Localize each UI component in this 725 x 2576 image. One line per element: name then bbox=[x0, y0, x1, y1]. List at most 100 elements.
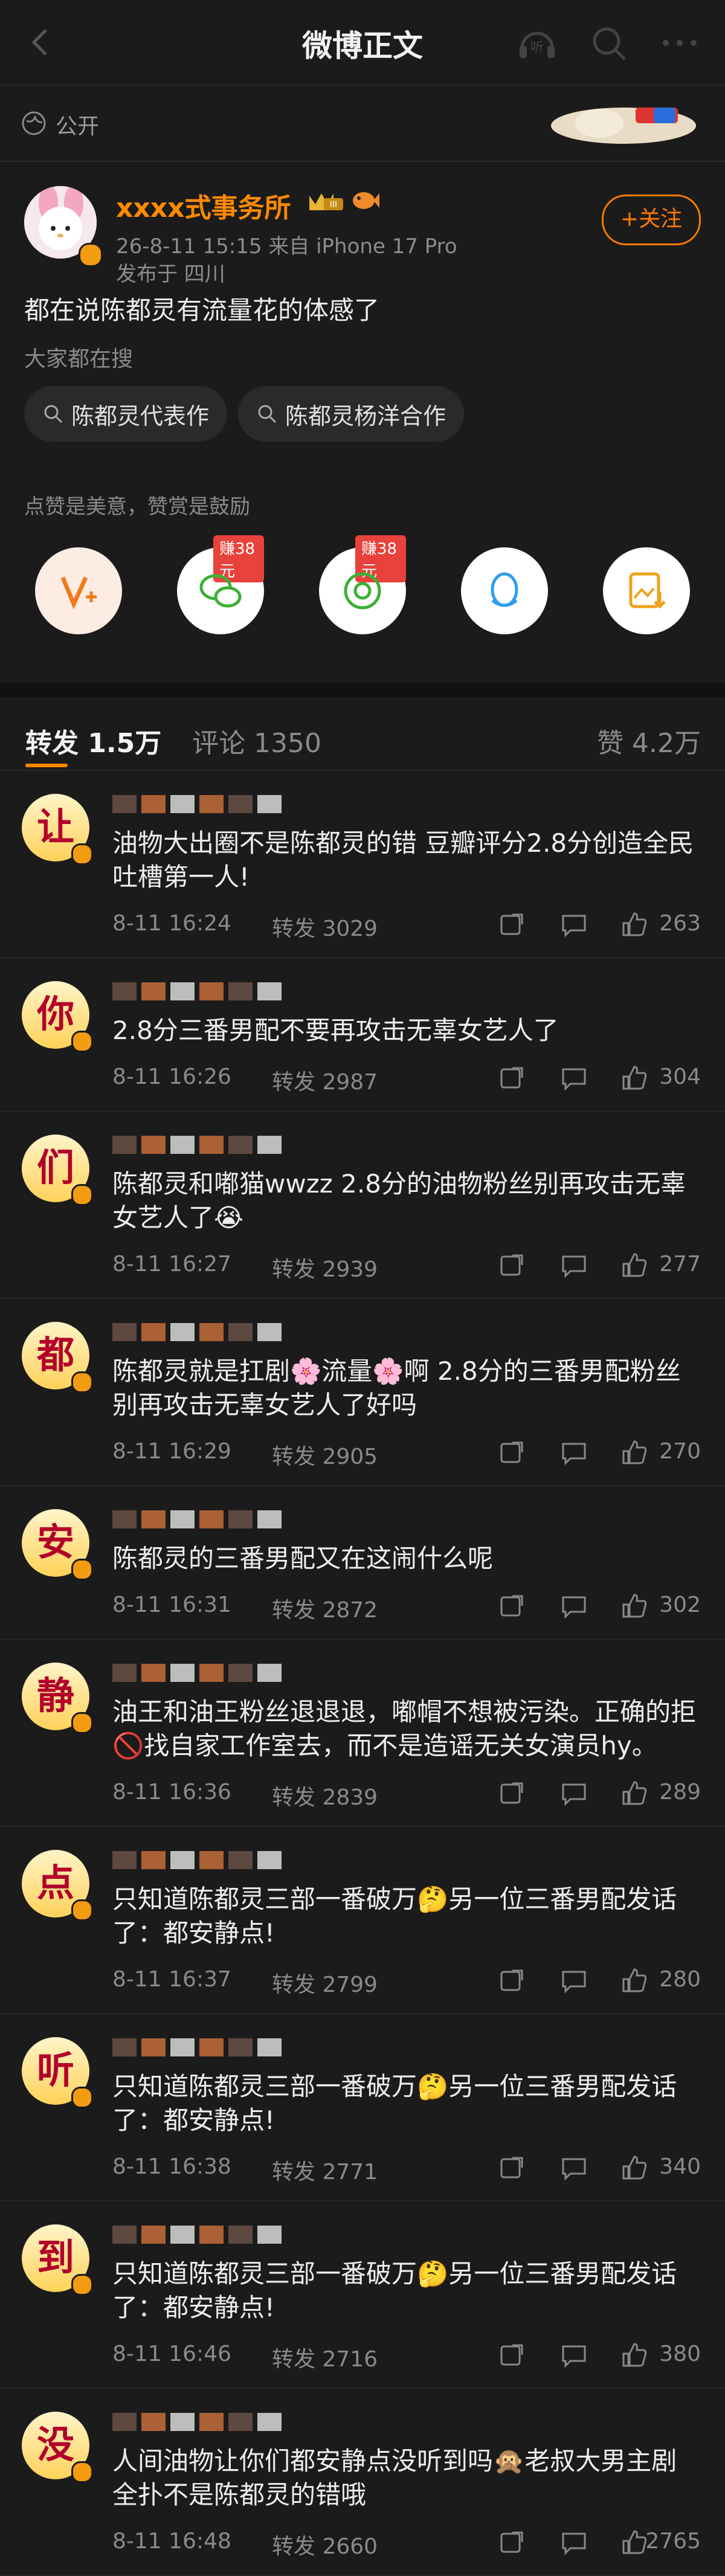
svg-text:III: III bbox=[330, 200, 337, 210]
repost-meta: 8-11 16:27 转发 2939 277 bbox=[112, 1247, 701, 1283]
verified-badge bbox=[71, 1031, 93, 1052]
follow-button[interactable]: +关注 bbox=[602, 195, 701, 245]
like-icon[interactable] bbox=[621, 2154, 648, 2181]
comment-icon[interactable] bbox=[561, 911, 587, 938]
blurred-username[interactable] bbox=[112, 1323, 701, 1344]
like-icon[interactable] bbox=[621, 1780, 648, 1806]
comment-icon[interactable] bbox=[561, 1064, 587, 1091]
repost-row[interactable]: 到 只知道陈都灵三部一番破万🤔另一位三番男配发话了：都安静点! 8-11 16:… bbox=[0, 2201, 725, 2389]
repost-forward-count: 转发 3029 bbox=[272, 916, 378, 941]
repost-row[interactable]: 安 陈都灵的三番男配又在这闹什么呢 8-11 16:31 转发 2872 302 bbox=[0, 1486, 725, 1640]
author-block: xxxx式事务所 III 26-8-11 15:15 来自 iPhone 17 … bbox=[24, 186, 701, 301]
moments-share-button[interactable]: 赚38元 bbox=[319, 535, 406, 634]
blurred-username[interactable] bbox=[112, 2226, 701, 2246]
comment-icon[interactable] bbox=[561, 1967, 587, 1994]
repost-forward-count: 转发 2771 bbox=[272, 2160, 378, 2185]
v-plus-button[interactable] bbox=[35, 547, 122, 634]
hot-search-title: 大家都在搜 bbox=[24, 347, 134, 372]
repost-text: 2.8分三番男配不要再攻击无辜女艺人了 bbox=[112, 1016, 559, 1045]
repost-row[interactable]: 都 陈都灵就是扛剧🌸流量🌸啊 2.8分的三番男配粉丝别再攻击无辜女艺人了好吗 8… bbox=[0, 1299, 725, 1486]
repost-time: 8-11 16:46 bbox=[112, 2342, 231, 2366]
share-icon[interactable] bbox=[499, 911, 526, 938]
repost-meta: 8-11 16:37 转发 2799 280 bbox=[112, 1962, 701, 1998]
share-icon[interactable] bbox=[499, 1967, 526, 1994]
like-count: 340 bbox=[659, 2154, 701, 2179]
tab-active-indicator bbox=[25, 764, 68, 767]
repost-time: 8-11 16:24 bbox=[112, 911, 231, 936]
comment-icon[interactable] bbox=[561, 1780, 587, 1806]
like-icon[interactable] bbox=[621, 1064, 648, 1091]
share-icon[interactable] bbox=[499, 1439, 526, 1466]
share-icon[interactable] bbox=[499, 2342, 526, 2368]
blurred-username[interactable] bbox=[112, 1851, 701, 1872]
share-icon[interactable] bbox=[499, 1780, 526, 1806]
repost-text: 油王和油王粉丝退退退，嘟帽不想被污染。正确的拒🚫找自家工作室去，而不是造谣无关女… bbox=[112, 1697, 697, 1760]
repost-forward-count: 转发 2987 bbox=[272, 1070, 378, 1095]
repost-time: 8-11 16:37 bbox=[112, 1967, 231, 1992]
repost-text: 只知道陈都灵三部一番破万🤔另一位三番男配发话了：都安静点! bbox=[112, 1884, 677, 1948]
share-icon[interactable] bbox=[499, 1252, 526, 1278]
blurred-username[interactable] bbox=[112, 2413, 701, 2433]
share-icon[interactable] bbox=[499, 2154, 526, 2181]
repost-meta: 8-11 16:46 转发 2716 380 bbox=[112, 2337, 701, 2373]
comment-icon[interactable] bbox=[561, 1592, 587, 1619]
repost-row[interactable]: 没 人间油物让你们都安静点没听到吗🙊老叔大男主剧全扑不是陈都灵的错哦 8-11 … bbox=[0, 2389, 725, 2576]
repost-time: 8-11 16:26 bbox=[112, 1064, 231, 1089]
repost-row[interactable]: 你 2.8分三番男配不要再攻击无辜女艺人了 8-11 16:26 转发 2987… bbox=[0, 958, 725, 1112]
like-icon[interactable] bbox=[621, 1252, 648, 1278]
more-icon[interactable] bbox=[659, 22, 701, 64]
comment-icon[interactable] bbox=[561, 2529, 587, 2555]
search-chip-label: 陈都灵杨洋合作 bbox=[285, 402, 446, 430]
like-count: 280 bbox=[659, 1967, 701, 1992]
share-icon[interactable] bbox=[499, 2529, 526, 2555]
blurred-username[interactable] bbox=[112, 1510, 701, 1531]
search-chip-label: 陈都灵代表作 bbox=[71, 402, 210, 430]
blurred-username[interactable] bbox=[112, 2038, 701, 2059]
like-icon[interactable] bbox=[621, 1967, 648, 1994]
repost-time: 8-11 16:29 bbox=[112, 1439, 231, 1464]
repost-row[interactable]: 让 油物大出圈不是陈都灵的错 豆瓣评分2.8分创造全民吐槽第一人! 8-11 1… bbox=[0, 771, 725, 958]
tab-likes[interactable]: 赞 4.2万 bbox=[597, 721, 701, 760]
section-divider bbox=[0, 683, 725, 697]
like-icon[interactable] bbox=[621, 911, 648, 938]
reward-hint: 点赞是美意，赞赏是鼓励 bbox=[24, 495, 250, 519]
qq-share-button[interactable] bbox=[461, 547, 548, 634]
repost-row[interactable]: 们 陈都灵和嘟猫wwzz 2.8分的油物粉丝别再攻击无辜女艺人了😭 8-11 1… bbox=[0, 1112, 725, 1299]
listen-icon[interactable]: 听 bbox=[516, 22, 558, 64]
blurred-username[interactable] bbox=[112, 1136, 701, 1156]
like-icon[interactable] bbox=[621, 2529, 648, 2555]
search-chip[interactable]: 陈都灵杨洋合作 bbox=[238, 386, 465, 442]
author-name[interactable]: xxxx式事务所 bbox=[116, 186, 291, 225]
wechat-icon bbox=[199, 574, 242, 608]
repost-time: 8-11 16:36 bbox=[112, 1780, 231, 1805]
comment-icon[interactable] bbox=[561, 2342, 587, 2368]
save-image-button[interactable] bbox=[603, 547, 690, 634]
tab-comments[interactable]: 评论 1350 bbox=[192, 721, 321, 760]
like-icon[interactable] bbox=[621, 1439, 648, 1466]
comment-icon[interactable] bbox=[561, 1252, 587, 1278]
repost-text: 人间油物让你们都安静点没听到吗🙊老叔大男主剧全扑不是陈都灵的错哦 bbox=[112, 2446, 677, 2510]
blurred-username[interactable] bbox=[112, 982, 701, 1003]
wechat-share-button[interactable]: 赚38元 bbox=[177, 535, 264, 634]
like-icon[interactable] bbox=[621, 1592, 648, 1619]
blurred-username[interactable] bbox=[112, 795, 701, 816]
repost-row[interactable]: 听 只知道陈都灵三部一番破万🤔另一位三番男配发话了：都安静点! 8-11 16:… bbox=[0, 2014, 725, 2201]
share-icon[interactable] bbox=[499, 1064, 526, 1091]
comment-icon[interactable] bbox=[561, 1439, 587, 1466]
repost-meta: 8-11 16:29 转发 2905 270 bbox=[112, 1434, 701, 1470]
search-icon[interactable] bbox=[587, 22, 630, 64]
tab-reposts[interactable]: 转发 1.5万 bbox=[25, 721, 161, 760]
search-chip[interactable]: 陈都灵代表作 bbox=[24, 386, 228, 442]
comment-icon[interactable] bbox=[561, 2154, 587, 2181]
blurred-username[interactable] bbox=[112, 1664, 701, 1684]
decoration-sticker bbox=[551, 108, 696, 144]
like-icon[interactable] bbox=[621, 2342, 648, 2368]
v-plus-icon bbox=[60, 576, 97, 610]
like-count: 380 bbox=[659, 2342, 701, 2366]
repost-row[interactable]: 点 只知道陈都灵三部一番破万🤔另一位三番男配发话了：都安静点! 8-11 16:… bbox=[0, 1827, 725, 2014]
repost-meta: 8-11 16:26 转发 2987 304 bbox=[112, 1060, 701, 1096]
hot-search-chips: 陈都灵代表作 陈都灵杨洋合作 bbox=[24, 386, 701, 442]
share-icon[interactable] bbox=[499, 1592, 526, 1619]
repost-row[interactable]: 静 油王和油王粉丝退退退，嘟帽不想被污染。正确的拒🚫找自家工作室去，而不是造谣无… bbox=[0, 1640, 725, 1827]
verified-badge bbox=[71, 2087, 93, 2108]
